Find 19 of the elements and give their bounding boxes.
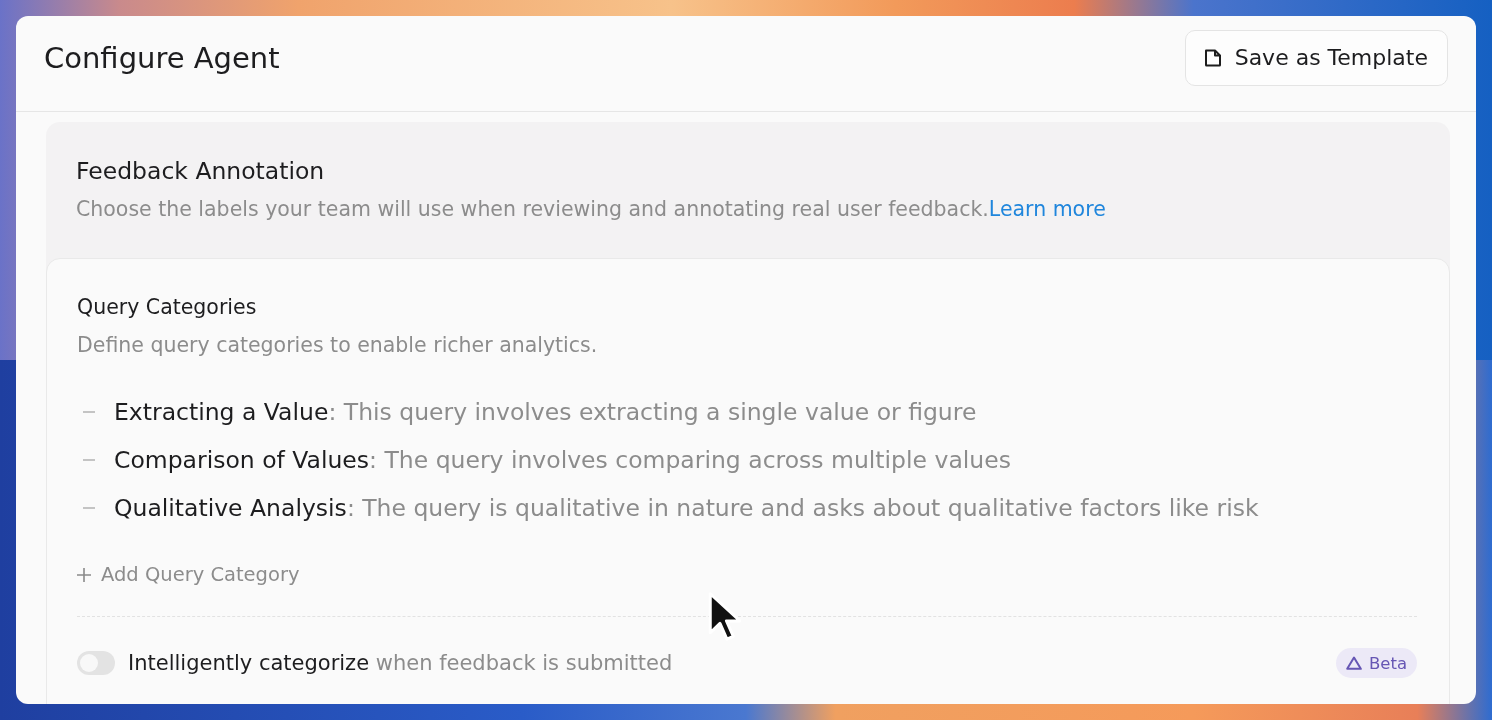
- dash-icon: [83, 459, 95, 461]
- toggle-label: Intelligently categorize when feedback is submitted: [128, 650, 673, 677]
- section-title: Feedback Annotation: [76, 156, 326, 186]
- save-template-button[interactable]: Save as Template: [1184, 29, 1448, 86]
- dash-icon: [83, 411, 95, 413]
- triangle-icon: [1345, 656, 1362, 670]
- learn-more-link[interactable]: Learn more: [988, 197, 1106, 221]
- category-text: Qualitative Analysis: The query is qualitative in nature and asks about qualitative factors like risk: [114, 493, 1259, 524]
- dash-icon: [83, 507, 95, 509]
- window-title: Configure Agent: [44, 39, 280, 76]
- category-text: Comparison of Values: The query involves comparing across multiple values: [114, 445, 1011, 476]
- plus-icon: [77, 568, 91, 582]
- card-description: Define query categories to enable richer analytics.: [77, 332, 599, 359]
- category-text: Extracting a Value: This query involves extracting a single value or figure: [114, 397, 977, 428]
- add-category-button[interactable]: Add Query Category: [77, 561, 300, 589]
- document-icon: [1202, 47, 1223, 68]
- badge-label: Beta: [1368, 653, 1407, 673]
- card-title: Query Categories: [77, 294, 258, 321]
- section-description: Choose the labels your team will use when reviewing and annotating real user feedback.Learn more: [76, 196, 1107, 223]
